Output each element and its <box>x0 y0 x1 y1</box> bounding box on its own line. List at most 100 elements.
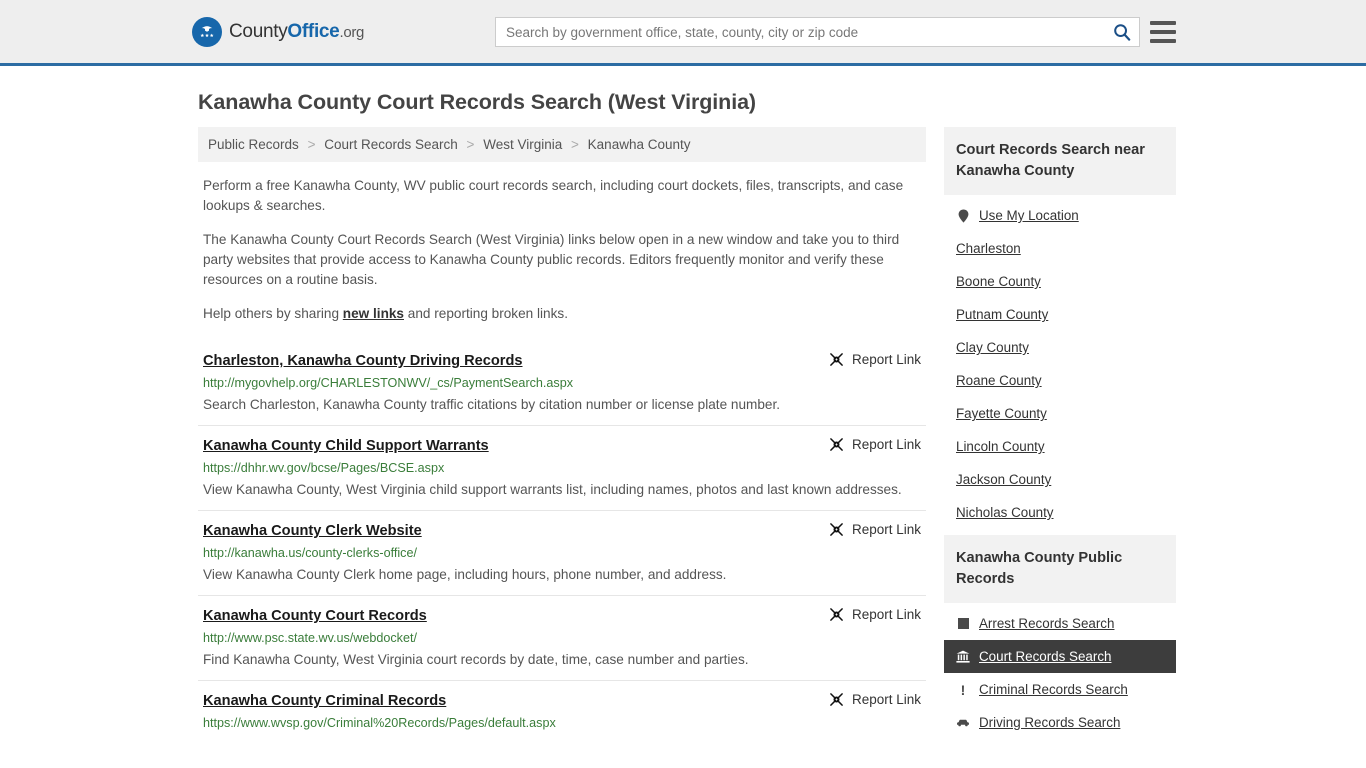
sidebar-nearby-box: Court Records Search near Kanawha County… <box>944 127 1176 529</box>
breadcrumb-separator: > <box>571 137 579 152</box>
report-link-button[interactable]: Report Link <box>817 437 921 452</box>
report-link-label: Report Link <box>851 692 921 707</box>
site-header: CountyOffice.org <box>0 0 1366 66</box>
page-container: Kanawha County Court Records Search (Wes… <box>0 90 1366 745</box>
intro-p3-after: and reporting broken links. <box>404 306 568 321</box>
sidebar-item-clay-county[interactable]: Clay County <box>944 331 1176 364</box>
broken-link-icon <box>830 693 843 706</box>
result-item: Kanawha County Clerk Website Report Link… <box>198 510 926 595</box>
intro-section: Perform a free Kanawha County, WV public… <box>198 176 926 324</box>
sidebar-item-fayette-county[interactable]: Fayette County <box>944 397 1176 430</box>
sidebar-item-label: Roane County <box>956 373 1042 388</box>
broken-link-icon <box>830 608 843 621</box>
search-icon <box>1114 24 1131 41</box>
result-description: View Kanawha County, West Virginia child… <box>203 482 902 497</box>
report-link-label: Report Link <box>851 352 921 367</box>
breadcrumb-item-public-records[interactable]: Public Records <box>208 137 299 152</box>
result-title-link[interactable]: Kanawha County Clerk Website <box>203 522 422 540</box>
sidebar-item-label: Fayette County <box>956 406 1047 421</box>
breadcrumb-separator: > <box>307 137 316 152</box>
result-title-link[interactable]: Kanawha County Criminal Records <box>203 692 446 710</box>
sidebar-item-jackson-county[interactable]: Jackson County <box>944 463 1176 496</box>
breadcrumb: Public Records > Court Records Search > … <box>198 127 926 162</box>
sidebar-item-label: Boone County <box>956 274 1041 289</box>
result-description: Search Charleston, Kanawha County traffi… <box>203 397 781 412</box>
result-item: Charleston, Kanawha County Driving Recor… <box>198 340 926 425</box>
result-title-link[interactable]: Charleston, Kanawha County Driving Recor… <box>203 352 523 370</box>
result-title-link[interactable]: Kanawha County Court Records <box>203 607 427 625</box>
report-link-button[interactable]: Report Link <box>817 522 921 537</box>
sidebar-item-label: Use My Location <box>979 208 1079 223</box>
content-columns: Public Records > Court Records Search > … <box>198 127 1176 745</box>
result-description: View Kanawha County Clerk home page, inc… <box>203 567 727 582</box>
sidebar-item-label: Lincoln County <box>956 439 1045 454</box>
sidebar-item-driving-records-search[interactable]: Driving Records Search <box>944 706 1176 739</box>
sidebar-item-roane-county[interactable]: Roane County <box>944 364 1176 397</box>
report-link-label: Report Link <box>851 607 921 622</box>
page-title: Kanawha County Court Records Search (Wes… <box>198 90 756 114</box>
result-description: Find Kanawha County, West Virginia court… <box>203 652 749 667</box>
result-url[interactable]: https://dhhr.wv.gov/bcse/Pages/BCSE.aspx <box>203 460 921 476</box>
breadcrumb-item-west-virginia[interactable]: West Virginia <box>483 137 562 152</box>
result-header: Kanawha County Child Support Warrants Re… <box>203 437 921 455</box>
result-item: Kanawha County Court Records Report Link… <box>198 595 926 680</box>
result-header: Charleston, Kanawha County Driving Recor… <box>203 352 921 370</box>
sidebar-item-label: Driving Records Search <box>979 715 1121 730</box>
logo-text: CountyOffice.org <box>229 21 364 43</box>
sidebar-nearby-list: Use My Location Charleston Boone County … <box>944 195 1176 529</box>
map-pin-icon <box>956 209 970 223</box>
sidebar-item-putnam-county[interactable]: Putnam County <box>944 298 1176 331</box>
sidebar-item-label: Arrest Records Search <box>979 616 1115 631</box>
result-header: Kanawha County Clerk Website Report Link <box>203 522 921 540</box>
sidebar-nearby-heading: Court Records Search near Kanawha County <box>944 127 1176 195</box>
result-url[interactable]: https://www.wvsp.gov/Criminal%20Records/… <box>203 715 921 731</box>
breadcrumb-item-kanawha-county[interactable]: Kanawha County <box>588 137 691 152</box>
broken-link-icon <box>830 438 843 451</box>
site-logo[interactable]: CountyOffice.org <box>192 16 364 47</box>
report-link-button[interactable]: Report Link <box>817 607 921 622</box>
result-url[interactable]: http://www.psc.state.wv.us/webdocket/ <box>203 630 921 646</box>
search-input[interactable] <box>496 18 1105 46</box>
sidebar-item-criminal-records-search[interactable]: ! Criminal Records Search <box>944 673 1176 706</box>
breadcrumb-item-court-records-search[interactable]: Court Records Search <box>324 137 458 152</box>
sidebar-item-nicholas-county[interactable]: Nicholas County <box>944 496 1176 529</box>
hamburger-menu-icon[interactable] <box>1150 21 1176 43</box>
report-link-button[interactable]: Report Link <box>817 352 921 367</box>
hamburger-bar <box>1150 39 1176 43</box>
search-button[interactable] <box>1105 18 1139 46</box>
sidebar-item-boone-county[interactable]: Boone County <box>944 265 1176 298</box>
logo-text-org: .org <box>339 23 365 41</box>
sidebar-item-charleston[interactable]: Charleston <box>944 232 1176 265</box>
sidebar-item-label: Criminal Records Search <box>979 682 1128 697</box>
sidebar-item-use-my-location[interactable]: Use My Location <box>944 199 1176 232</box>
result-url[interactable]: http://kanawha.us/county-clerks-office/ <box>203 545 921 561</box>
broken-link-icon <box>830 353 843 366</box>
sidebar-item-label: Court Records Search <box>979 649 1112 664</box>
square-icon <box>956 617 970 631</box>
sidebar-item-lincoln-county[interactable]: Lincoln County <box>944 430 1176 463</box>
sidebar-public-records-heading: Kanawha County Public Records <box>944 535 1176 603</box>
result-item: Kanawha County Child Support Warrants Re… <box>198 425 926 510</box>
car-icon <box>956 716 970 730</box>
result-url[interactable]: http://mygovhelp.org/CHARLESTONWV/_cs/Pa… <box>203 375 921 391</box>
sidebar-public-records-list: Arrest Records Search Court Records Sear… <box>944 603 1176 739</box>
result-title-link[interactable]: Kanawha County Child Support Warrants <box>203 437 489 455</box>
hamburger-bar <box>1150 30 1176 34</box>
report-link-label: Report Link <box>851 522 921 537</box>
sidebar-item-label: Clay County <box>956 340 1029 355</box>
broken-link-icon <box>830 523 843 536</box>
sidebar-item-arrest-records-search[interactable]: Arrest Records Search <box>944 607 1176 640</box>
report-link-button[interactable]: Report Link <box>817 692 921 707</box>
new-links-link[interactable]: new links <box>343 306 404 321</box>
sidebar-item-label: Charleston <box>956 241 1021 256</box>
result-item: Kanawha County Criminal Records Report L… <box>198 680 926 741</box>
logo-text-county: County <box>229 20 288 42</box>
intro-paragraph-3: Help others by sharing new links and rep… <box>203 304 926 324</box>
sidebar-item-label: Nicholas County <box>956 505 1054 520</box>
results-list: Charleston, Kanawha County Driving Recor… <box>198 340 926 741</box>
sidebar-item-court-records-search[interactable]: Court Records Search <box>944 640 1176 673</box>
result-header: Kanawha County Criminal Records Report L… <box>203 692 921 710</box>
intro-paragraph-1: Perform a free Kanawha County, WV public… <box>203 178 904 213</box>
logo-text-office: Office <box>287 20 340 42</box>
intro-p3-before: Help others by sharing <box>203 306 343 321</box>
